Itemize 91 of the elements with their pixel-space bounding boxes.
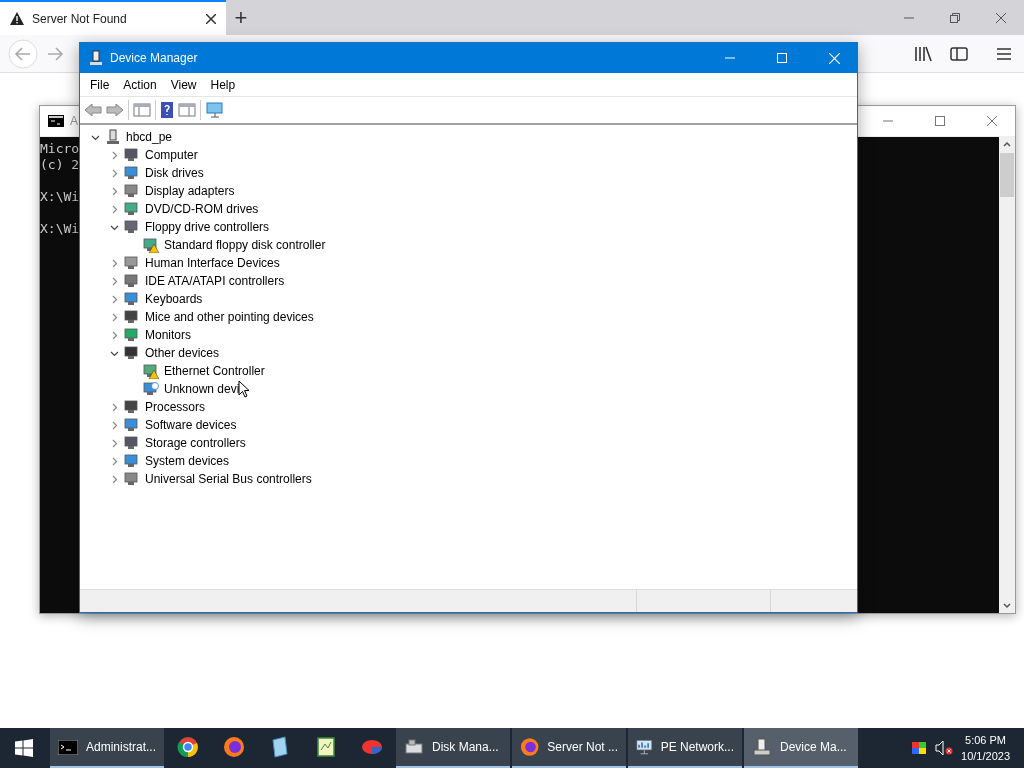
- warning-icon: [10, 12, 24, 25]
- scrollbar[interactable]: [999, 137, 1015, 613]
- device-icon: [124, 309, 140, 325]
- window-title: A: [70, 114, 78, 128]
- window-title: Device Manager: [110, 51, 199, 65]
- menu-item[interactable]: Action: [116, 75, 164, 94]
- console-tree-icon[interactable]: [133, 102, 151, 118]
- disk-icon: [404, 738, 424, 756]
- taskbar-item[interactable]: Server Not ...: [512, 728, 626, 768]
- browser-tab[interactable]: Server Not Found: [0, 0, 226, 35]
- forward-icon[interactable]: [46, 45, 64, 62]
- tree-item[interactable]: Universal Serial Bus controllers: [143, 472, 314, 486]
- clock[interactable]: 5:06 PM 10/1/2023: [961, 732, 1010, 764]
- tree-item[interactable]: Software devices: [143, 418, 239, 432]
- windows-icon: [15, 739, 33, 757]
- device-icon: [124, 399, 140, 415]
- tree-item[interactable]: Keyboards: [143, 292, 205, 306]
- tree-item[interactable]: IDE ATA/ATAPI controllers: [143, 274, 287, 288]
- device-icon: [124, 327, 140, 343]
- help-icon[interactable]: [160, 102, 174, 118]
- tree-item[interactable]: Floppy drive controllers: [143, 220, 272, 234]
- computer-icon: [88, 50, 104, 66]
- console-line: X:\Wi: [40, 189, 80, 205]
- device-icon: [124, 291, 140, 307]
- taskbar-item[interactable]: PE Network...: [628, 728, 742, 768]
- tree-item[interactable]: Standard floppy disk controller: [162, 238, 328, 252]
- device-icon: [124, 471, 140, 487]
- library-icon[interactable]: [914, 45, 932, 62]
- menu-item[interactable]: View: [163, 75, 204, 94]
- device-icon: [124, 183, 140, 199]
- device-warning-icon: [143, 363, 159, 379]
- device-icon: [124, 255, 140, 271]
- console-icon: [48, 115, 64, 127]
- notepad-icon: [270, 736, 290, 758]
- device-icon: [124, 345, 140, 361]
- device-icon: [124, 435, 140, 451]
- new-tab-button[interactable]: +: [226, 0, 256, 35]
- maximize-icon[interactable]: [935, 116, 945, 126]
- taskbar-item[interactable]: Administrat...: [50, 728, 164, 768]
- mouse-cursor-icon: [238, 380, 251, 398]
- close-icon[interactable]: [206, 13, 216, 24]
- tree-item[interactable]: Human Interface Devices: [143, 256, 282, 270]
- tab-title: Server Not Found: [32, 11, 128, 26]
- globe-icon: [177, 736, 199, 758]
- device-icon: [124, 201, 140, 217]
- back-icon[interactable]: [84, 102, 102, 118]
- menu-item[interactable]: File: [83, 75, 117, 94]
- device-warning-icon: [143, 237, 159, 253]
- menu-icon[interactable]: [996, 46, 1012, 61]
- network-monitor-icon: [636, 737, 653, 757]
- document-icon: [316, 736, 336, 758]
- time: 5:06 PM: [965, 733, 1006, 748]
- menu-item[interactable]: Help: [203, 75, 243, 94]
- tree-item[interactable]: Other devices: [143, 346, 222, 360]
- tree-item[interactable]: Mice and other pointing devices: [143, 310, 316, 324]
- console-line: (c) 2: [40, 157, 80, 173]
- console-line: Micro: [40, 141, 80, 157]
- restore-icon[interactable]: [950, 12, 960, 23]
- computer-icon: [105, 129, 121, 145]
- tree-item[interactable]: Disk drives: [143, 166, 206, 180]
- console-icon: [58, 739, 78, 755]
- tree-item[interactable]: DVD/CD-ROM drives: [143, 202, 261, 216]
- tree-item[interactable]: System devices: [143, 454, 232, 468]
- device-icon: [124, 453, 140, 469]
- device-icon: [124, 165, 140, 181]
- color-icon[interactable]: [911, 741, 928, 755]
- unknown-device-icon: [143, 381, 159, 397]
- device-icon: [124, 219, 140, 235]
- tree-item[interactable]: Processors: [143, 400, 208, 414]
- sidebar-icon[interactable]: [950, 45, 968, 62]
- tree-item[interactable]: Unknown devi: [162, 382, 242, 396]
- device-icon: [124, 417, 140, 433]
- speaker-muted-icon[interactable]: [935, 740, 954, 756]
- taskbar-item[interactable]: Disk Mana...: [396, 728, 510, 768]
- console-line: X:\Wi: [40, 221, 80, 237]
- forward-icon[interactable]: [106, 102, 124, 118]
- tree-item[interactable]: Computer: [143, 148, 200, 162]
- tree-item[interactable]: Ethernet Controller: [162, 364, 267, 378]
- monitor-icon[interactable]: [205, 102, 225, 118]
- tree-item[interactable]: Monitors: [143, 328, 193, 342]
- globe-icon: [223, 736, 245, 758]
- computer-icon: [752, 738, 772, 756]
- taskbar-item[interactable]: Device Ma...: [744, 728, 858, 768]
- date: 10/1/2023: [961, 749, 1010, 764]
- tree-item[interactable]: Display adapters: [143, 184, 237, 198]
- device-icon: [124, 147, 140, 163]
- tree-item[interactable]: Storage controllers: [143, 436, 248, 450]
- globe-icon: [520, 736, 540, 758]
- scroll-thumb[interactable]: [1000, 153, 1014, 197]
- device-icon: [124, 273, 140, 289]
- tree-item[interactable]: hbcd_pe: [124, 130, 175, 144]
